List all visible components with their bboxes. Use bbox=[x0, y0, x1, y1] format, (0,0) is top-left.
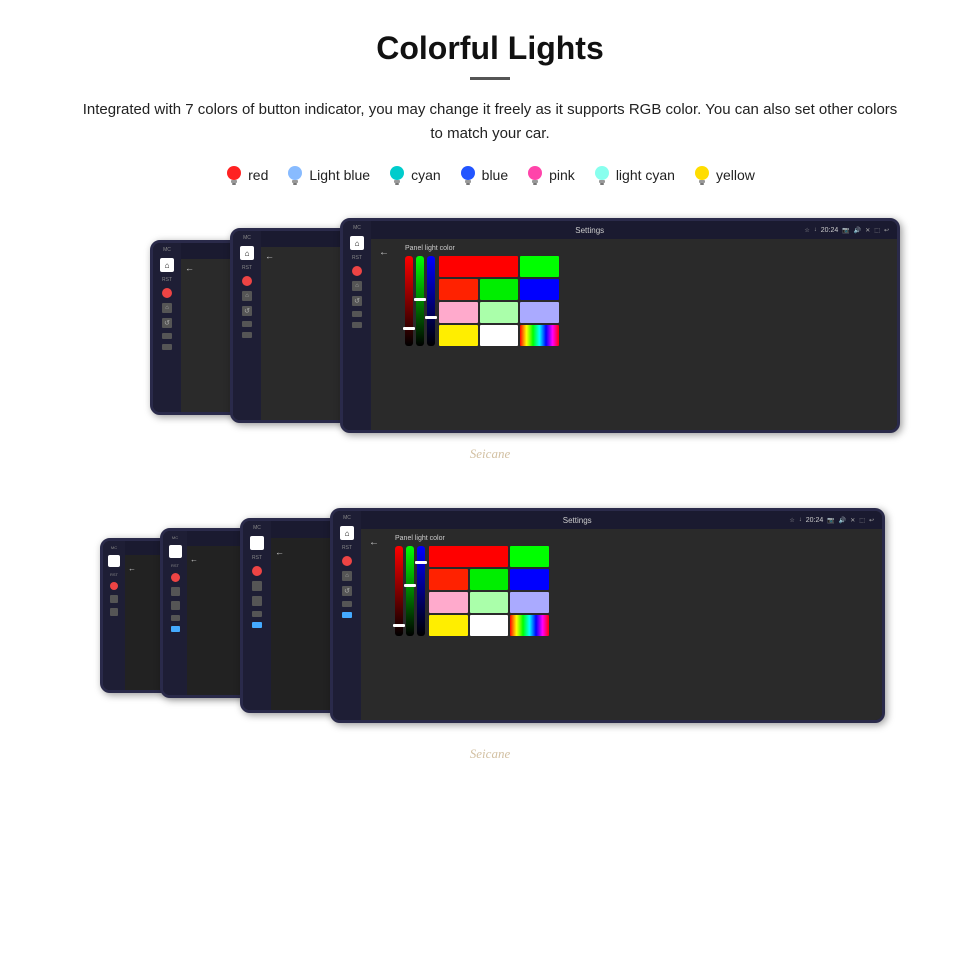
bulb-icon-cyan bbox=[388, 164, 406, 186]
color-item-cyan: cyan bbox=[388, 164, 441, 186]
color-label-red: red bbox=[248, 167, 268, 183]
color-item-blue: blue bbox=[459, 164, 508, 186]
color-label-cyan: cyan bbox=[411, 167, 441, 183]
page-container: Colorful Lights Integrated with 7 colors… bbox=[0, 0, 980, 820]
device-front-top: MC ⌂ RST ⌂ ↺ bbox=[340, 218, 900, 433]
color-label-lightblue: Light blue bbox=[309, 167, 370, 183]
device-front-bot: MC ⌂ RST ⌂ ↺ bbox=[330, 508, 885, 723]
color-label-lightcyan: light cyan bbox=[616, 167, 675, 183]
color-label-pink: pink bbox=[549, 167, 575, 183]
color-item-lightblue: Light blue bbox=[286, 164, 370, 186]
title-divider bbox=[470, 77, 510, 80]
bulb-icon-blue bbox=[459, 164, 477, 186]
bulb-icon-red bbox=[225, 164, 243, 186]
page-description: Integrated with 7 colors of button indic… bbox=[80, 98, 900, 146]
color-item-lightcyan: light cyan bbox=[593, 164, 675, 186]
page-title: Colorful Lights bbox=[40, 30, 940, 67]
watermark-bottom: Seicane bbox=[470, 746, 510, 762]
color-item-yellow: yellow bbox=[693, 164, 755, 186]
color-item-pink: pink bbox=[526, 164, 575, 186]
bulb-icon-pink bbox=[526, 164, 544, 186]
color-label-yellow: yellow bbox=[716, 167, 755, 183]
color-label-blue: blue bbox=[482, 167, 508, 183]
color-list: red Light blue cyan bbox=[40, 164, 940, 186]
color-item-red: red bbox=[225, 164, 268, 186]
bulb-icon-lightblue bbox=[286, 164, 304, 186]
bulb-icon-lightcyan bbox=[593, 164, 611, 186]
bottom-device-group: MC RST Settings ← MC bbox=[100, 500, 880, 770]
top-device-group: MC ⌂ RST ⌂ ↺ S bbox=[100, 210, 880, 470]
bulb-icon-yellow bbox=[693, 164, 711, 186]
watermark-top: Seicane bbox=[470, 446, 510, 462]
